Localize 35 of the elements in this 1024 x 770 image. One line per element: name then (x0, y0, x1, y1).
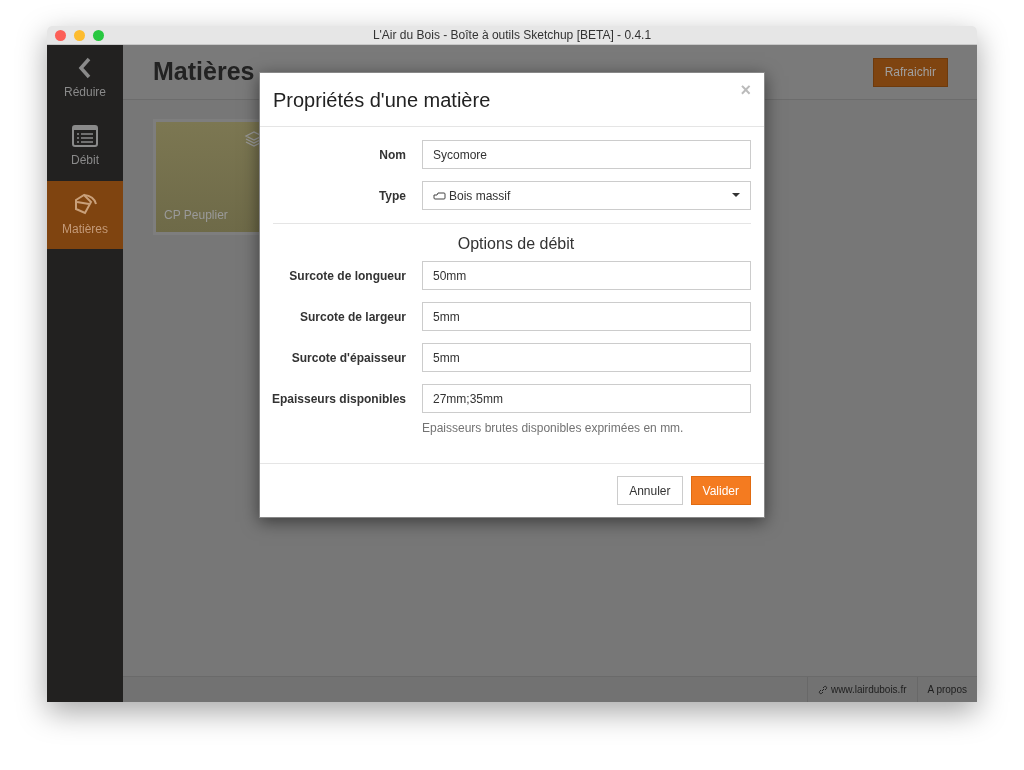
text-input[interactable]: 5mm (422, 343, 751, 372)
text-input[interactable]: 27mm;35mm (422, 384, 751, 413)
select-value: Bois massif (449, 187, 511, 205)
window-title: L'Air du Bois - Boîte à outils Sketchup [BETA] - 0.4.1 (372, 29, 652, 41)
link-icon (817, 684, 828, 695)
close-window-button[interactable] (55, 29, 66, 41)
field-label: Surcote de largeur (298, 308, 407, 326)
field-label: Surcote de longueur (288, 267, 407, 285)
section-title: Options de débit (457, 234, 575, 254)
website-link[interactable]: www.lairdubois.fr (806, 677, 917, 702)
text-input[interactable]: 5mm (422, 302, 751, 331)
caret-icon (732, 193, 740, 198)
dialog-title: Propriétés d'une matière (273, 87, 491, 113)
about-link[interactable]: A propos (916, 677, 977, 702)
name-input[interactable]: Sycomore (422, 140, 751, 169)
sidebar-item[interactable]: Matières (47, 181, 123, 249)
field-label: Surcote d'épaisseur (290, 349, 407, 367)
zoom-window-button[interactable] (93, 29, 104, 41)
page-title: Matières (153, 56, 255, 88)
help-text: Epaisseurs brutes disponibles exprimées en mm. (422, 420, 685, 437)
field-label: Type (377, 187, 407, 205)
field-label: Epaisseurs disponibles (273, 390, 407, 408)
refresh-button[interactable]: Rafraichir (872, 57, 948, 87)
chevron-left-icon (78, 57, 92, 79)
cancel-button[interactable]: Annuler (617, 476, 683, 505)
minimize-window-button[interactable] (74, 29, 85, 41)
confirm-button[interactable]: Valider (690, 476, 751, 505)
type-select[interactable]: Bois massif (422, 181, 751, 210)
sidebar-item[interactable]: Débit (47, 113, 123, 181)
field-label: Nom (378, 146, 407, 164)
sidebar-item[interactable]: Réduire (47, 45, 123, 113)
text-input[interactable]: 50mm (422, 261, 751, 290)
paint-bucket-icon (72, 192, 98, 216)
list-icon (72, 125, 98, 147)
material-name: CP Peuplier (164, 207, 228, 224)
